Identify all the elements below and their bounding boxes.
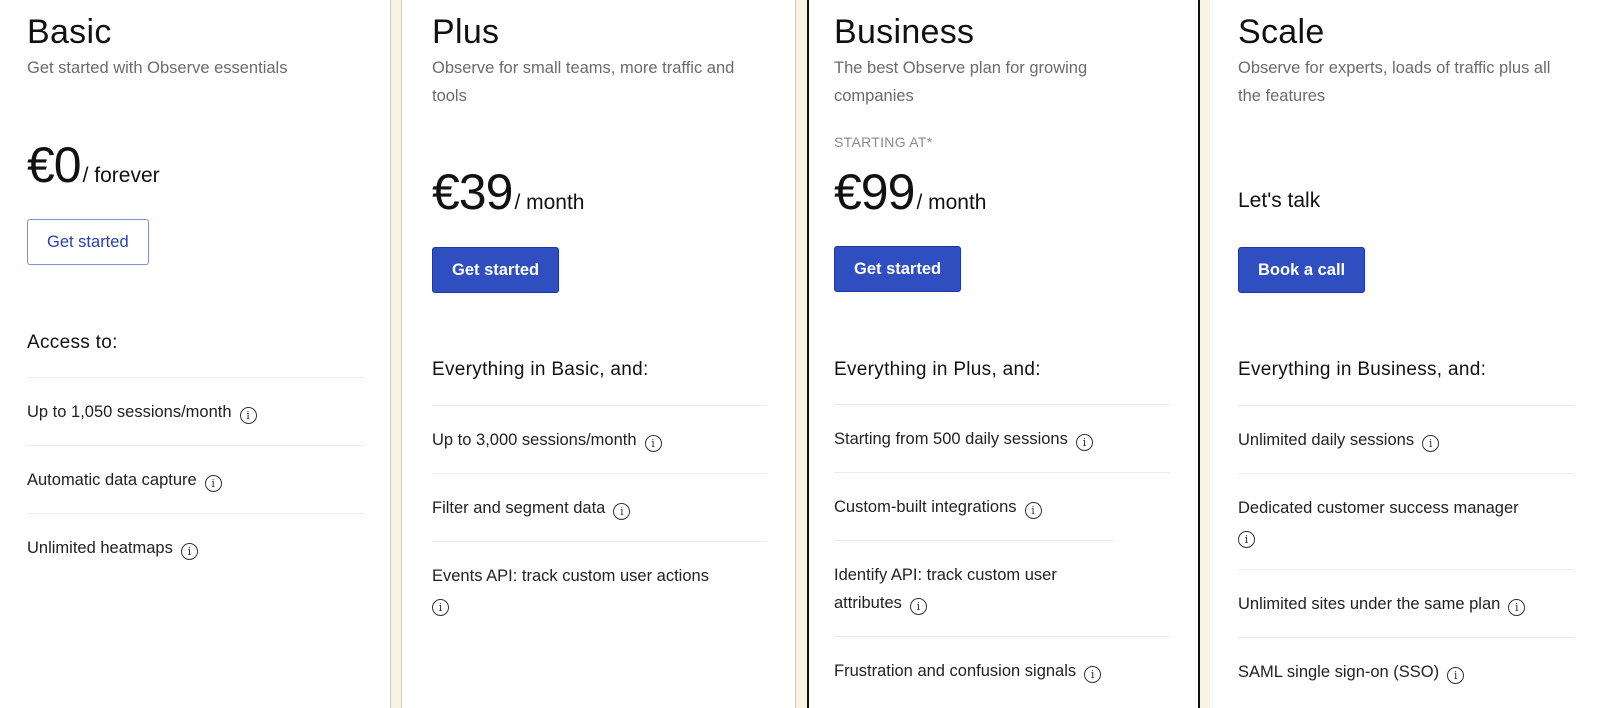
price-period: / forever bbox=[82, 164, 160, 187]
feature-item: Automatic data capture i bbox=[27, 445, 364, 513]
info-icon[interactable]: i bbox=[204, 475, 222, 492]
feature-text: Unlimited daily sessions bbox=[1238, 431, 1415, 449]
feature-text: Up to 3,000 sessions/month bbox=[432, 431, 637, 449]
feature-item: Unlimited daily sessions i bbox=[1238, 405, 1574, 473]
feature-list: Starting from 500 daily sessions i Custom… bbox=[834, 404, 1170, 704]
starting-at-label: STARTING AT* bbox=[834, 134, 933, 150]
get-started-button[interactable]: Get started bbox=[432, 247, 560, 293]
feature-text: Frustration and confusion signals bbox=[834, 662, 1077, 680]
info-icon[interactable]: i bbox=[1422, 435, 1440, 452]
info-icon[interactable]: i bbox=[1084, 666, 1102, 683]
feature-item: Frustration and confusion signals i bbox=[834, 636, 1170, 704]
plan-card-business: Business The best Observe plan for growi… bbox=[807, 0, 1200, 708]
feature-item: Dedicated customer success manager i bbox=[1238, 473, 1574, 569]
price-period: / month bbox=[916, 191, 987, 214]
feature-item: Starting from 500 daily sessions i bbox=[834, 404, 1170, 472]
price-period: / month bbox=[514, 191, 585, 214]
feature-text: SAML single sign-on (SSO) bbox=[1238, 663, 1440, 681]
info-icon[interactable]: i bbox=[432, 599, 449, 616]
feature-item: Up to 3,000 sessions/month i bbox=[432, 405, 767, 473]
plan-title: Basic bbox=[27, 13, 112, 51]
plan-title: Plus bbox=[432, 13, 500, 51]
price-amount: €39 bbox=[432, 164, 513, 220]
info-icon[interactable]: i bbox=[180, 543, 198, 560]
plan-price: €0/ forever bbox=[27, 136, 160, 194]
info-icon[interactable]: i bbox=[644, 435, 662, 452]
feature-item: Unlimited heatmaps i bbox=[27, 513, 364, 581]
feature-item: Unlimited sites under the same plan i bbox=[1238, 569, 1574, 637]
feature-list: Unlimited daily sessions i Dedicated cust… bbox=[1238, 405, 1574, 705]
info-icon[interactable]: i bbox=[613, 503, 631, 520]
features-heading: Access to: bbox=[27, 332, 118, 353]
plan-subtitle: Observe for experts, loads of traffic pl… bbox=[1238, 59, 1551, 105]
feature-item: Events API: track custom user actions i bbox=[432, 541, 767, 637]
feature-list: Up to 3,000 sessions/month i Filter and s… bbox=[432, 405, 767, 637]
feature-text: Events API: track custom user actions bbox=[432, 567, 709, 585]
plan-subtitle: The best Observe plan for growing compan… bbox=[834, 59, 1088, 105]
plan-title: Business bbox=[834, 13, 975, 51]
plan-card-scale: Scale Observe for experts, loads of traf… bbox=[1210, 0, 1600, 708]
feature-text: Starting from 500 daily sessions bbox=[834, 430, 1068, 448]
feature-item: SAML single sign-on (SSO) i bbox=[1238, 637, 1574, 705]
plan-subtitle: Observe for small teams, more traffic an… bbox=[432, 59, 735, 105]
info-icon[interactable]: i bbox=[1508, 599, 1526, 616]
price-text: Let's talk bbox=[1238, 189, 1321, 212]
feature-text: Filter and segment data bbox=[432, 499, 606, 517]
plan-price: €39/ month bbox=[432, 163, 584, 221]
plan-price: €99/ month bbox=[834, 163, 986, 221]
book-a-call-button[interactable]: Book a call bbox=[1238, 247, 1366, 293]
feature-text: Dedicated customer success manager bbox=[1238, 499, 1519, 517]
get-started-button[interactable]: Get started bbox=[27, 219, 149, 265]
feature-list: Up to 1,050 sessions/month i Automatic da… bbox=[27, 377, 364, 581]
features-heading: Everything in Business, and: bbox=[1238, 359, 1487, 380]
plan-card-basic: Basic Get started with Observe essential… bbox=[0, 0, 391, 708]
feature-text: Up to 1,050 sessions/month bbox=[27, 403, 232, 421]
info-icon[interactable]: i bbox=[1447, 667, 1465, 684]
feature-text: Unlimited sites under the same plan bbox=[1238, 595, 1501, 613]
info-icon[interactable]: i bbox=[909, 598, 927, 615]
get-started-button[interactable]: Get started bbox=[834, 246, 962, 292]
feature-text: Identify API: track custom user attribut… bbox=[834, 566, 1057, 612]
features-heading: Everything in Basic, and: bbox=[432, 359, 649, 380]
info-icon[interactable]: i bbox=[1024, 502, 1042, 519]
feature-item: Custom-built integrations i bbox=[834, 472, 1170, 540]
feature-item: Up to 1,050 sessions/month i bbox=[27, 377, 364, 445]
feature-item: Identify API: track custom user attribut… bbox=[834, 540, 1114, 636]
feature-text: Automatic data capture bbox=[27, 471, 197, 489]
info-icon[interactable]: i bbox=[1075, 434, 1093, 451]
info-icon[interactable]: i bbox=[239, 407, 257, 424]
price-amount: €99 bbox=[834, 164, 915, 220]
features-heading: Everything in Plus, and: bbox=[834, 359, 1041, 380]
feature-item: Filter and segment data i bbox=[432, 473, 767, 541]
feature-text: Custom-built integrations bbox=[834, 498, 1017, 516]
info-icon[interactable]: i bbox=[1238, 531, 1255, 548]
price-amount: €0 bbox=[27, 137, 82, 193]
plan-subtitle: Get started with Observe essentials bbox=[27, 59, 288, 77]
feature-text: Unlimited heatmaps bbox=[27, 539, 173, 557]
plan-title: Scale bbox=[1238, 13, 1325, 51]
plan-card-plus: Plus Observe for small teams, more traff… bbox=[401, 0, 796, 708]
